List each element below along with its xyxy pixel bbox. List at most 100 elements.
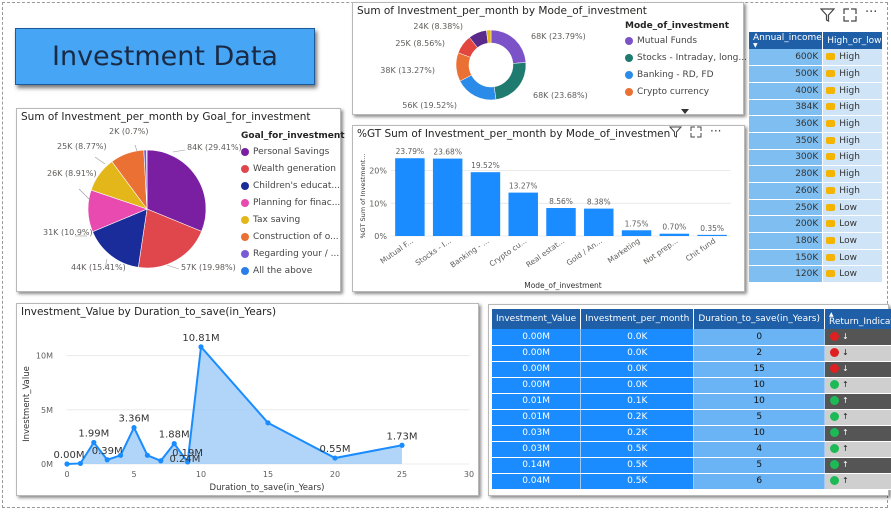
goal-pie-legend[interactable]: Goal_for_investment Personal Savings Weal…: [241, 131, 345, 279]
table-row[interactable]: 0.14M 0.5K 5 ↑: [492, 457, 891, 474]
table-row[interactable]: 350K High: [749, 132, 883, 150]
legend-item[interactable]: Mutual Funds: [625, 32, 747, 49]
x-tick-label: 5: [131, 470, 136, 479]
legend-item[interactable]: Construction of o...: [241, 228, 345, 245]
table-row[interactable]: 500K High: [749, 65, 883, 83]
table-row[interactable]: 260K High: [749, 182, 883, 200]
pointing-hand-icon: [826, 170, 836, 178]
data-point[interactable]: [131, 425, 137, 431]
col-investment-per-month[interactable]: Investment_per_month: [580, 309, 695, 329]
legend-item[interactable]: Tax saving: [241, 211, 345, 228]
bar[interactable]: [508, 192, 538, 236]
col-high-or-low[interactable]: High_or_low: [822, 32, 883, 49]
data-point[interactable]: [104, 457, 110, 463]
table-row[interactable]: 0.00M 0.0K 15 ↓: [492, 361, 891, 378]
legend-scroll-down-icon[interactable]: [681, 109, 689, 114]
bar[interactable]: [659, 233, 690, 236]
legend-item[interactable]: Personal Savings: [241, 143, 345, 160]
filter-icon[interactable]: [819, 8, 836, 26]
high-or-low-label: High: [839, 69, 860, 80]
col-return-indicator[interactable]: ▲Return_Indicator: [824, 309, 891, 329]
mode-bar-card[interactable]: %GT Sum of Investment_per_month by Mode_…: [352, 125, 745, 292]
table-row[interactable]: 150K Low: [749, 249, 883, 267]
x-tick-label: Banking - ...: [449, 236, 491, 269]
bar-data-label: 0.35%: [700, 224, 724, 233]
goal-legend-items[interactable]: Personal Savings Wealth generation Childre…: [241, 143, 345, 279]
investment-value-cell: 0.00M: [492, 345, 582, 362]
data-point[interactable]: [158, 458, 164, 464]
table-row[interactable]: 0.00M 0.0K 10 ↑: [492, 377, 891, 394]
more-options-icon[interactable]: ···: [865, 6, 877, 26]
legend-item[interactable]: Children's educat...: [241, 177, 345, 194]
data-point[interactable]: [144, 452, 150, 458]
duration-line-chart[interactable]: 10M5M0M0 5 10 15 20 25 300.00M1.99M0.39M3.36M1…: [17, 304, 480, 497]
focus-mode-icon[interactable]: [843, 8, 857, 26]
bar[interactable]: [432, 158, 463, 236]
bar[interactable]: [546, 208, 576, 236]
legend-item[interactable]: Crypto currency: [625, 83, 747, 100]
table-row[interactable]: 0.04M 0.5K 6 ↑: [492, 473, 891, 490]
data-point[interactable]: [64, 461, 70, 467]
annual-income-cell: 120K: [749, 265, 824, 284]
data-point[interactable]: [118, 452, 124, 458]
table-row[interactable]: 180K Low: [749, 232, 883, 250]
legend-item[interactable]: Stocks - Intraday, long...: [625, 49, 747, 66]
mode-donut-card[interactable]: Sum of Investment_per_month by Mode_of_i…: [352, 2, 747, 115]
table-row[interactable]: 384K High: [749, 99, 883, 117]
table-row[interactable]: 0.01M 0.2K 5 ↑: [492, 409, 891, 426]
bar[interactable]: [470, 172, 501, 236]
col-annual-income[interactable]: Annual_income ▼: [749, 32, 824, 49]
mode-donut-legend[interactable]: Mode_of_investment Mutual Funds Stocks - …: [625, 21, 747, 114]
data-point[interactable]: [332, 455, 338, 461]
investment-per-month-cell: 0.5K: [580, 441, 695, 458]
data-point[interactable]: [77, 460, 83, 467]
data-point[interactable]: [171, 441, 177, 447]
income-table[interactable]: Annual_income ▼ High_or_low 600K High 500K H…: [749, 32, 883, 284]
col-investment-value[interactable]: Investment_Value: [492, 309, 582, 329]
high-or-low-cell: High: [822, 49, 883, 67]
mode-donut-slice[interactable]: [459, 74, 497, 101]
table-row[interactable]: 0.01M 0.1K 10 ↑: [492, 393, 891, 410]
table-row[interactable]: 400K High: [749, 82, 883, 100]
bar[interactable]: [395, 158, 425, 236]
table-row[interactable]: 0.03M 0.5K 4 ↑: [492, 441, 891, 458]
table-row[interactable]: 0.03M 0.2K 10 ↑: [492, 425, 891, 442]
table-row[interactable]: 280K High: [749, 165, 883, 183]
legend-item[interactable]: Regarding your / ...: [241, 245, 345, 262]
table-row[interactable]: 600K High: [749, 49, 883, 67]
duration-line-card[interactable]: Investment_Value by Duration_to_save(in_…: [16, 303, 479, 496]
x-tick-label: Chit fund: [684, 236, 717, 263]
data-point[interactable]: [265, 420, 271, 426]
data-point[interactable]: [399, 442, 405, 448]
mode-donut-slice[interactable]: [490, 29, 527, 64]
mode-donut-slice[interactable]: [493, 62, 527, 100]
mode-donut-data-label: 24K (8.38%): [413, 22, 463, 31]
bar[interactable]: [621, 230, 652, 236]
table-row[interactable]: 0.00M 0.0K 2 ↓: [492, 345, 891, 362]
legend-item[interactable]: Banking - RD, FD: [625, 66, 747, 83]
bar[interactable]: [584, 208, 614, 236]
legend-item[interactable]: Planning for finac...: [241, 194, 345, 211]
data-point[interactable]: [198, 344, 204, 350]
legend-item[interactable]: Wealth generation: [241, 160, 345, 177]
bar[interactable]: [697, 234, 727, 236]
table-row[interactable]: 300K High: [749, 149, 883, 167]
data-point[interactable]: [91, 439, 97, 446]
table-row[interactable]: 360K High: [749, 115, 883, 133]
table-row[interactable]: 250K Low: [749, 199, 883, 217]
sort-desc-icon[interactable]: ▼: [753, 43, 822, 49]
table-row[interactable]: 120K Low: [749, 265, 883, 284]
col-duration-to-save[interactable]: Duration_to_save(in_Years): [693, 309, 826, 329]
mode-legend-items[interactable]: Mutual Funds Stocks - Intraday, long... Ba…: [625, 32, 747, 100]
goal-pie-card[interactable]: Sum of Investment_per_month by Goal_for_…: [16, 108, 345, 292]
table-row[interactable]: 200K Low: [749, 215, 883, 234]
legend-marker: [241, 249, 249, 258]
green-circle-icon: [830, 476, 840, 485]
goal-pie-data-label: 31K (10.9%): [43, 228, 93, 237]
legend-item[interactable]: All the above: [241, 262, 345, 279]
pointing-hand-icon: [826, 120, 836, 128]
return-table[interactable]: Investment_Value Investment_per_month Du…: [492, 309, 891, 490]
table-row[interactable]: 0.00M 0.0K 0 ↓: [492, 329, 891, 346]
leader-line: [166, 264, 180, 270]
mode-bar-chart[interactable]: 20%10%0%23.79%Mutual F...23.68%Stocks - …: [353, 126, 746, 293]
